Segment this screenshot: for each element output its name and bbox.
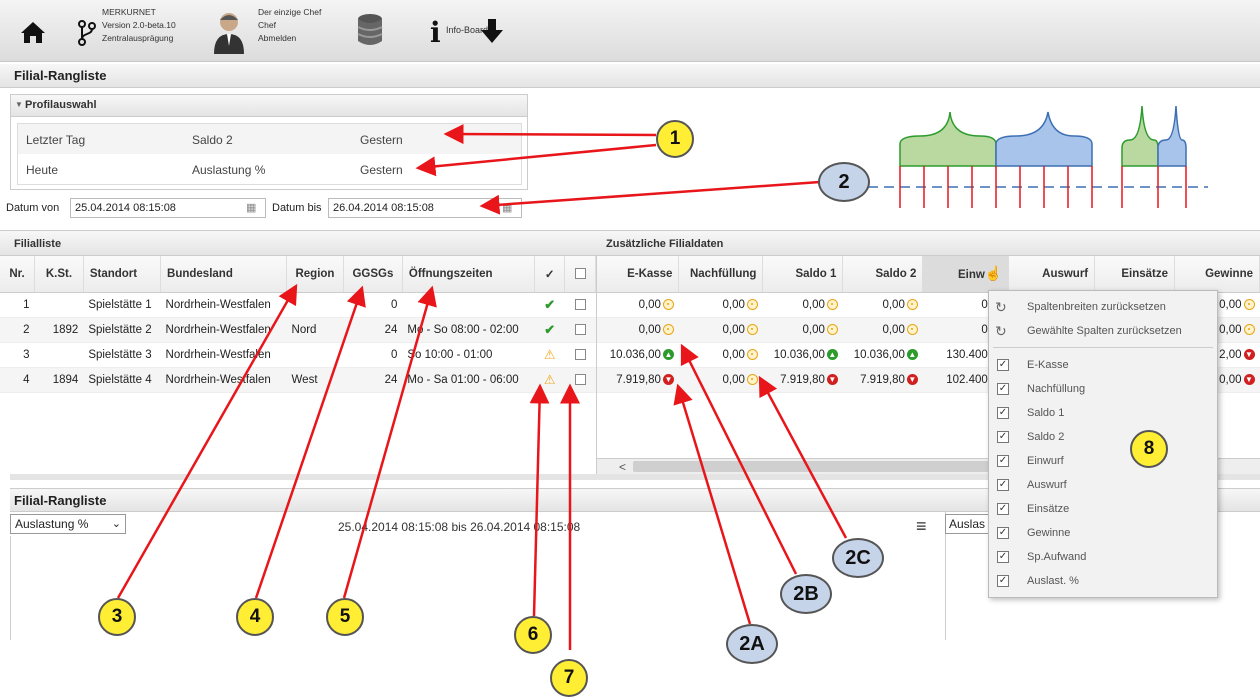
- callout-8: 8: [1130, 430, 1168, 468]
- callout-5: 5: [326, 598, 364, 636]
- callout-2: 2: [818, 162, 870, 202]
- callout-7: 7: [550, 659, 588, 697]
- callout-1: 1: [656, 120, 694, 158]
- callout-2b: 2B: [780, 574, 832, 614]
- callout-3: 3: [98, 598, 136, 636]
- callout-2a: 2A: [726, 624, 778, 664]
- callout-4: 4: [236, 598, 274, 636]
- callout-6: 6: [514, 616, 552, 654]
- annotation-arrows: [116, 124, 848, 650]
- callout-2c: 2C: [832, 538, 884, 578]
